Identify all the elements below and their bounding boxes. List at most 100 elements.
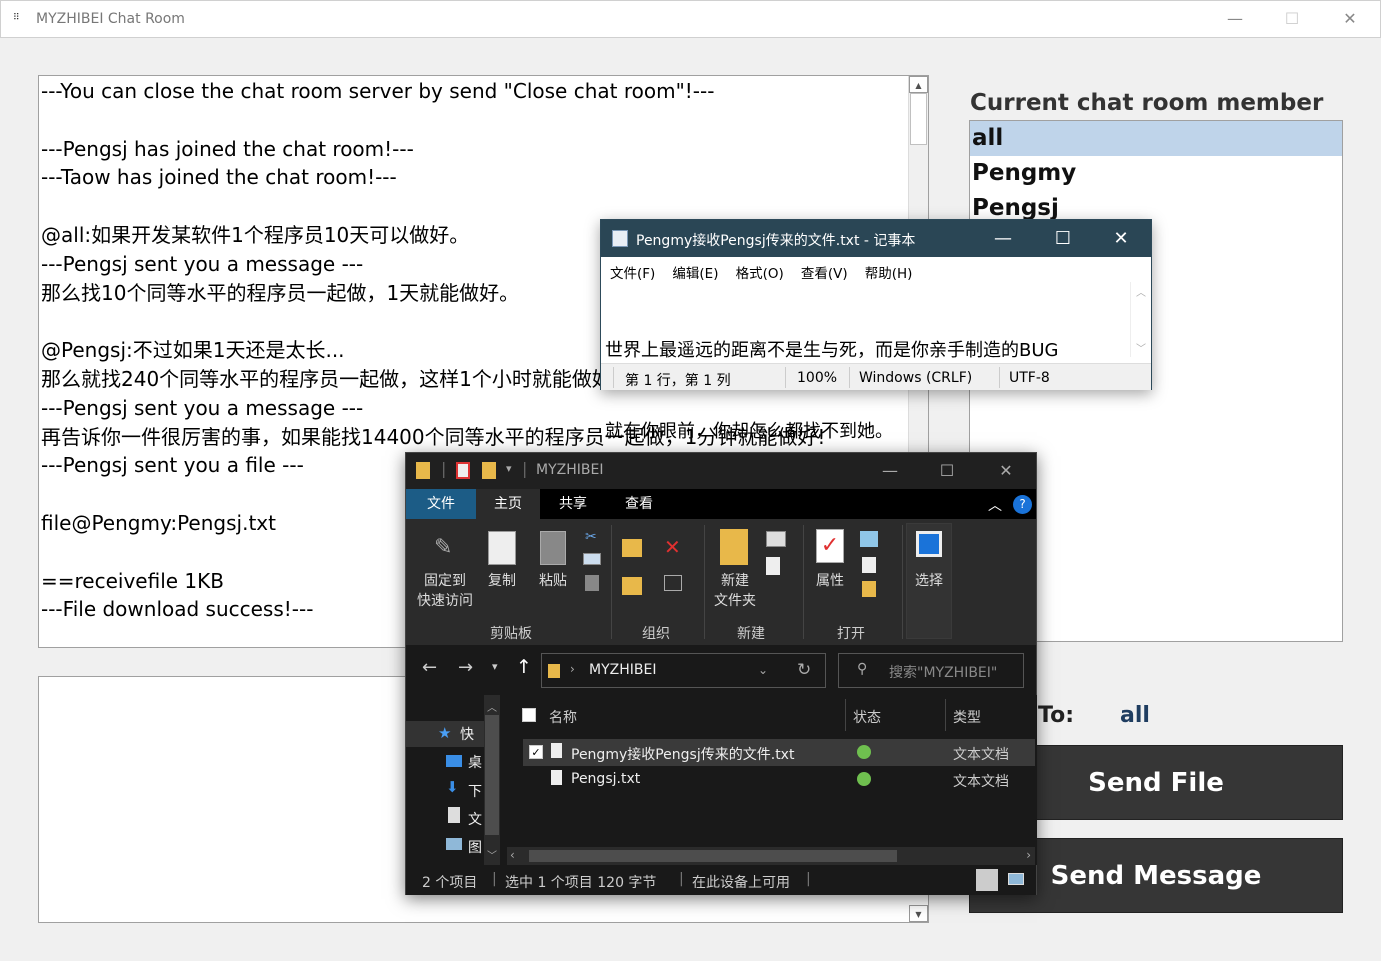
open-icon[interactable]	[860, 531, 878, 547]
menu-file[interactable]: 文件(F)	[610, 262, 655, 282]
chevron-left-icon[interactable]: ‹	[510, 848, 515, 862]
paste-shortcut-icon[interactable]	[585, 575, 599, 591]
pin-quick-access-button[interactable]: 固定到 快速访问	[414, 571, 476, 611]
new-item-icon[interactable]	[766, 531, 786, 547]
availability: 在此设备上可用	[692, 875, 790, 891]
chevron-up-icon[interactable]: ︿	[1136, 284, 1146, 299]
file-row[interactable]: Pengsj.txt 文本文档	[523, 766, 1035, 793]
navigation-pane[interactable]: ★ 快 桌 ⬇ 下 文 图 ︿ ﹀	[406, 695, 501, 865]
notepad-close-button[interactable]: ✕	[1099, 225, 1143, 253]
chevron-down-icon[interactable]: ﹀	[1136, 340, 1146, 355]
address-dropdown-icon[interactable]: ⌄	[758, 663, 768, 677]
select-all-checkbox[interactable]	[522, 708, 536, 722]
scroll-thumb[interactable]	[529, 850, 897, 862]
app-icon: ⠿	[13, 13, 20, 23]
notepad-title-bar[interactable]: Pengmy接收Pengsj传来的文件.txt - 记事本 — ☐ ✕	[601, 220, 1151, 257]
paste-button[interactable]: 粘贴	[534, 571, 572, 591]
row-checkbox[interactable]: ✓	[529, 745, 543, 759]
close-button[interactable]: ✕	[1330, 5, 1370, 35]
delete-icon[interactable]: ✕	[664, 535, 681, 559]
move-to-icon[interactable]	[622, 539, 642, 557]
up-icon[interactable]: ↑	[516, 656, 532, 678]
group-open: 打开	[837, 626, 865, 642]
help-icon[interactable]: ?	[1013, 495, 1032, 514]
explorer-minimize-button[interactable]: —	[866, 457, 914, 485]
window-title: MYZHIBEI Chat Room	[36, 11, 185, 27]
search-input[interactable]: ⚲ 搜索"MYZHIBEI"	[838, 653, 1024, 688]
forward-icon[interactable]: →	[458, 657, 473, 678]
horizontal-scrollbar[interactable]: ‹ ›	[507, 847, 1035, 865]
column-name[interactable]: 名称	[549, 707, 577, 727]
scroll-down-arrow-icon[interactable]: ▼	[909, 905, 928, 922]
member-item[interactable]: Pengmy	[970, 156, 1342, 191]
collapse-ribbon-icon[interactable]: ︿	[988, 495, 1002, 515]
column-type[interactable]: 类型	[953, 707, 981, 727]
rename-icon[interactable]	[664, 575, 682, 591]
back-icon[interactable]: ←	[422, 657, 437, 678]
nav-scrollbar[interactable]: ︿ ﹀	[484, 695, 500, 865]
address-bar[interactable]: › MYZHIBEI ⌄ ↻	[541, 653, 826, 688]
history-icon[interactable]	[862, 581, 876, 597]
zoom-level: 100%	[797, 370, 838, 386]
notepad-window[interactable]: Pengmy接收Pengsj传来的文件.txt - 记事本 — ☐ ✕ 文件(F…	[600, 219, 1152, 442]
search-icon: ⚲	[857, 661, 868, 677]
tab-share[interactable]: 共享	[546, 489, 600, 519]
notepad-minimize-button[interactable]: —	[981, 225, 1025, 253]
copy-path-icon[interactable]	[583, 553, 601, 565]
refresh-icon[interactable]: ↻	[797, 660, 811, 680]
explorer-close-button[interactable]: ✕	[982, 457, 1030, 485]
file-list[interactable]: 名称 状态 类型 ✓ Pengmy接收Pengsj传来的文件.txt 文本文档 …	[503, 695, 1037, 865]
notepad-maximize-button[interactable]: ☐	[1041, 225, 1085, 253]
sync-status-icon	[857, 745, 871, 759]
easy-access-icon[interactable]	[766, 557, 780, 575]
new-folder-icon	[720, 529, 748, 565]
properties-button[interactable]: 属性	[808, 571, 852, 591]
member-item[interactable]: all	[970, 121, 1342, 156]
properties-icon[interactable]	[456, 462, 470, 479]
edit-icon[interactable]	[862, 557, 876, 573]
column-status[interactable]: 状态	[853, 707, 881, 727]
recent-locations-icon[interactable]: ▾	[492, 660, 498, 673]
chevron-down-icon[interactable]: ﹀	[487, 847, 497, 862]
document-icon	[448, 807, 460, 823]
scroll-up-arrow-icon[interactable]: ▲	[909, 76, 928, 93]
scroll-thumb[interactable]	[910, 93, 927, 145]
notepad-scrollbar[interactable]: ︿ ﹀	[1130, 282, 1151, 357]
title-bar: ⠿ MYZHIBEI Chat Room — ☐ ✕	[0, 0, 1381, 38]
chevron-right-icon: ›	[570, 662, 575, 676]
details-view-icon[interactable]	[976, 869, 998, 891]
nav-desktop[interactable]: 桌	[468, 752, 482, 772]
nav-documents[interactable]: 文	[468, 809, 482, 829]
menu-help[interactable]: 帮助(H)	[865, 262, 913, 282]
dropdown-icon[interactable]: ▾	[506, 462, 512, 475]
tab-file[interactable]: 文件	[406, 489, 476, 519]
tab-home[interactable]: 主页	[476, 489, 540, 519]
minimize-button[interactable]: —	[1215, 5, 1255, 35]
nav-downloads[interactable]: 下	[468, 781, 482, 801]
menu-edit[interactable]: 编辑(E)	[672, 262, 718, 282]
copy-button[interactable]: 复制	[484, 571, 520, 591]
file-type: 文本文档	[953, 774, 1009, 790]
new-folder-icon[interactable]	[482, 462, 496, 479]
menu-view[interactable]: 查看(V)	[801, 262, 848, 282]
scroll-thumb[interactable]	[485, 715, 499, 835]
notepad-status-bar: 第 1 行，第 1 列 100% Windows (CRLF) UTF-8	[601, 363, 1151, 390]
tab-view[interactable]: 查看	[612, 489, 666, 519]
nav-pictures[interactable]: 图	[468, 837, 482, 857]
copy-to-icon[interactable]	[622, 577, 642, 595]
explorer-maximize-button[interactable]: ☐	[923, 457, 971, 485]
desktop-icon	[446, 755, 462, 767]
chevron-right-icon[interactable]: ›	[1026, 848, 1031, 862]
file-row[interactable]: ✓ Pengmy接收Pengsj传来的文件.txt 文本文档	[523, 739, 1035, 766]
maximize-button[interactable]: ☐	[1272, 5, 1312, 35]
select-button[interactable]: 选择	[908, 571, 950, 591]
file-type: 文本文档	[953, 747, 1009, 763]
menu-format[interactable]: 格式(O)	[736, 262, 784, 282]
chevron-up-icon[interactable]: ︿	[487, 699, 497, 714]
explorer-window[interactable]: | ▾ | MYZHIBEI — ☐ ✕ 文件 主页 共享 查看 ︿ ? ✎ 固…	[405, 452, 1037, 895]
nav-quick-access[interactable]: 快	[460, 724, 474, 744]
cut-icon[interactable]: ✂	[585, 529, 597, 545]
explorer-title-bar[interactable]: | ▾ | MYZHIBEI — ☐ ✕	[406, 453, 1036, 489]
large-icons-view-icon[interactable]	[1008, 873, 1024, 885]
new-folder-button[interactable]: 新建 文件夹	[706, 571, 764, 611]
